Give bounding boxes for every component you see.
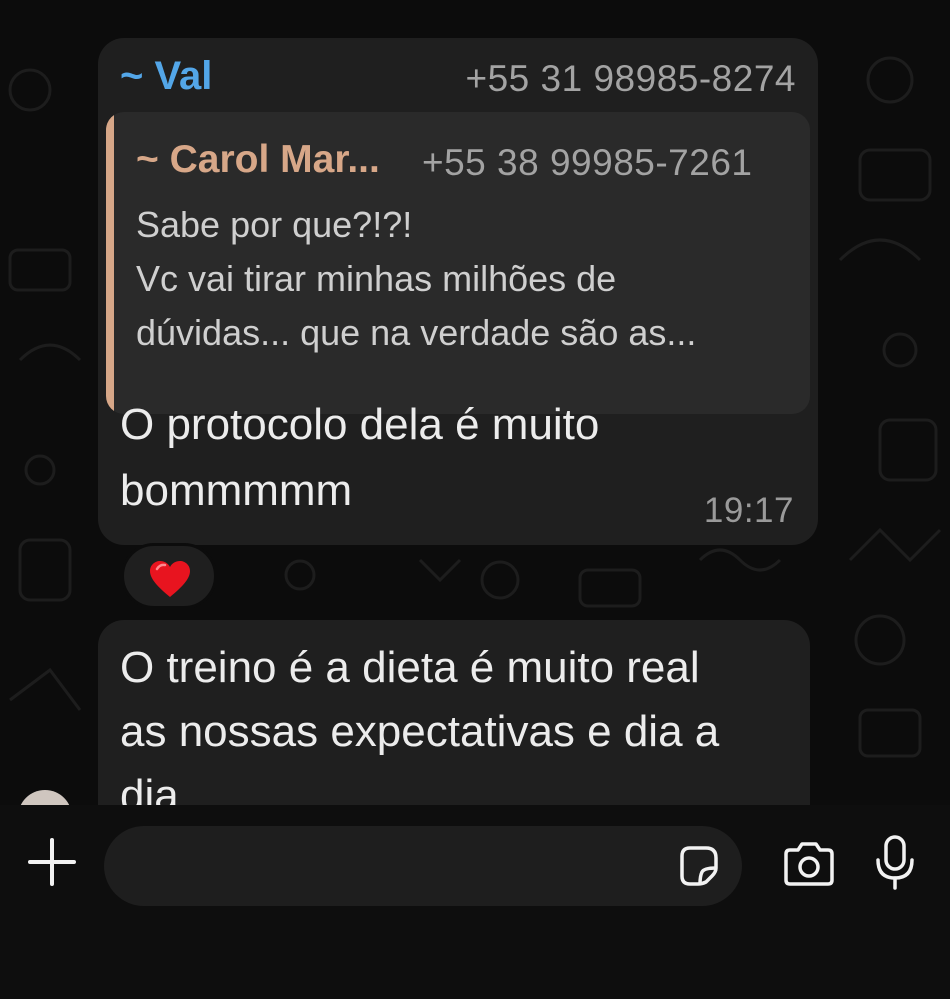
quoted-text-line: Vc vai tirar minhas milhões de [136,258,617,299]
sticker-icon[interactable] [676,844,720,888]
heart-icon [150,561,190,597]
sender-phone: +55 31 98985-8274 [465,58,796,99]
message-timestamp: 19:17 [703,491,794,530]
microphone-icon[interactable] [874,834,916,892]
plus-icon[interactable] [26,836,78,888]
message-bubble[interactable]: ~ Val +55 31 98985-8274 ~ Carol Mar... +… [98,38,818,545]
quoted-sender-phone: +55 38 99985-7261 [422,142,753,183]
quoted-text-line: Sabe por que?!?! [136,204,413,245]
message-text-line: bommmmm [120,466,353,515]
message-input-field[interactable] [104,826,742,906]
quoted-sender-name: ~ Carol Mar... [136,138,380,181]
camera-icon[interactable] [782,840,836,888]
message-text: O protocolo dela é muito bommmmm [120,392,770,524]
quoted-message[interactable]: ~ Carol Mar... +55 38 99985-7261 Sabe po… [106,112,810,414]
message-text-line: as nossas expectativas e dia a [120,707,720,756]
message-text: O treino é a dieta é muito real as nossa… [120,636,790,828]
quoted-text-line: dúvidas... que na verdade são as... [136,312,697,353]
reaction-badge[interactable] [121,543,217,609]
quoted-text: Sabe por que?!?! Vc vai tirar minhas mil… [136,198,796,360]
quote-accent-bar [106,112,114,414]
message-text-line: O protocolo dela é muito [120,400,600,449]
message-input[interactable] [128,842,662,892]
sender-name[interactable]: ~ Val [120,54,212,99]
message-text-line: O treino é a dieta é muito real [120,643,700,692]
